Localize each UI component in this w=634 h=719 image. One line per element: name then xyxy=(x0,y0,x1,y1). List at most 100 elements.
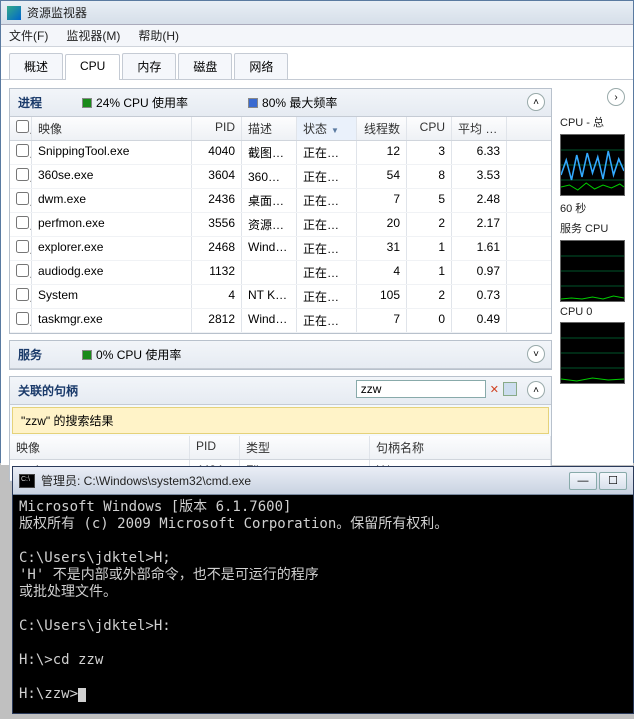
col-avg[interactable]: 平均 C... xyxy=(452,117,507,140)
cmd-output[interactable]: Microsoft Windows [版本 6.1.7600] 版权所有 (c)… xyxy=(13,495,633,707)
cell-threads: 31 xyxy=(357,237,407,260)
header-checkbox[interactable] xyxy=(16,120,29,133)
cmd-titlebar[interactable]: 管理员: C:\Windows\system32\cmd.exe — ☐ xyxy=(13,467,633,495)
cell-pid: 3556 xyxy=(192,213,242,236)
cell-avg: 2.17 xyxy=(452,213,507,236)
maximize-button[interactable]: ☐ xyxy=(599,472,627,490)
scroll-right-button[interactable]: › xyxy=(607,88,625,106)
services-panel: 服务 0% CPU 使用率 ˅ xyxy=(9,340,552,370)
table-row[interactable]: System4NT Ker...正在运行10520.73 xyxy=(10,285,551,309)
cell-status: 正在运行 xyxy=(297,165,357,188)
table-row[interactable]: perfmon.exe3556资源和...正在运行2022.17 xyxy=(10,213,551,237)
tab-memory[interactable]: 内存 xyxy=(122,53,176,79)
col-threads[interactable]: 线程数 xyxy=(357,117,407,140)
cell-status: 正在运行 xyxy=(297,309,357,332)
tab-cpu[interactable]: CPU xyxy=(65,54,120,80)
col-cpu[interactable]: CPU xyxy=(407,117,452,140)
cell-pid: 3604 xyxy=(192,165,242,188)
max-freq-indicator: 80% 最大频率 xyxy=(248,94,337,111)
titlebar[interactable]: 资源监视器 xyxy=(1,1,633,25)
cell-status: 正在运行 xyxy=(297,141,357,164)
services-header[interactable]: 服务 0% CPU 使用率 ˅ xyxy=(10,341,551,369)
col-handle-name[interactable]: 句柄名称 xyxy=(370,436,551,459)
max-freq-text: 80% 最大频率 xyxy=(262,94,337,111)
cell-desc: Windo... xyxy=(242,237,297,260)
row-checkbox[interactable] xyxy=(16,312,29,325)
table-row[interactable]: dwm.exe2436桌面窗...正在运行752.48 xyxy=(10,189,551,213)
processes-panel: 进程 24% CPU 使用率 80% 最大频率 ˄ 映像 P xyxy=(9,88,552,334)
col-type[interactable]: 类型 xyxy=(240,436,370,459)
cell-avg: 0.97 xyxy=(452,261,507,284)
table-row[interactable]: 360se.exe3604360安...正在运行5483.53 xyxy=(10,165,551,189)
cell-pid: 4040 xyxy=(192,141,242,164)
row-checkbox[interactable] xyxy=(16,264,29,277)
tab-overview[interactable]: 概述 xyxy=(9,53,63,79)
expand-button[interactable]: ˅ xyxy=(527,345,545,363)
cell-image: dwm.exe xyxy=(32,189,192,212)
cell-threads: 105 xyxy=(357,285,407,308)
minimize-button[interactable]: — xyxy=(569,472,597,490)
col-image[interactable]: 映像 xyxy=(32,117,192,140)
menu-help[interactable]: 帮助(H) xyxy=(134,25,183,46)
tab-network[interactable]: 网络 xyxy=(234,53,288,79)
process-table-header: 映像 PID 描述 状态 线程数 CPU 平均 C... xyxy=(10,117,551,141)
collapse-button[interactable]: ˄ xyxy=(527,93,545,111)
services-cpu-text: 0% CPU 使用率 xyxy=(96,346,181,363)
cell-desc xyxy=(242,261,297,284)
col-pid[interactable]: PID xyxy=(192,117,242,140)
search-input[interactable] xyxy=(356,380,486,398)
handles-table-header: 映像 PID 类型 句柄名称 xyxy=(10,436,551,460)
green-chip-icon xyxy=(82,350,92,360)
cell-avg: 6.33 xyxy=(452,141,507,164)
row-checkbox[interactable] xyxy=(16,288,29,301)
table-row[interactable]: taskmgr.exe2812Windo...正在运行700.49 xyxy=(10,309,551,333)
cpu-usage-indicator: 24% CPU 使用率 xyxy=(82,94,188,111)
cmd-window: 管理员: C:\Windows\system32\cmd.exe — ☐ Mic… xyxy=(12,466,634,714)
cell-desc: Windo... xyxy=(242,309,297,332)
cell-avg: 0.49 xyxy=(452,309,507,332)
row-checkbox[interactable] xyxy=(16,192,29,205)
cell-threads: 4 xyxy=(357,261,407,284)
row-checkbox[interactable] xyxy=(16,168,29,181)
cell-cpu: 3 xyxy=(407,141,452,164)
processes-header[interactable]: 进程 24% CPU 使用率 80% 最大频率 ˄ xyxy=(10,89,551,117)
services-title: 服务 xyxy=(18,346,42,363)
menubar: 文件(F) 监视器(M) 帮助(H) xyxy=(1,25,633,47)
cell-image: SnippingTool.exe xyxy=(32,141,192,164)
row-checkbox[interactable] xyxy=(16,240,29,253)
cell-threads: 7 xyxy=(357,309,407,332)
cell-image: audiodg.exe xyxy=(32,261,192,284)
cell-image: perfmon.exe xyxy=(32,213,192,236)
cell-desc: 资源和... xyxy=(242,213,297,236)
search-result-banner: "zzw" 的搜索结果 xyxy=(12,407,549,434)
menu-file[interactable]: 文件(F) xyxy=(5,25,52,46)
cell-pid: 2436 xyxy=(192,189,242,212)
graph-label-cpu0: CPU 0 xyxy=(560,306,625,318)
table-row[interactable]: audiodg.exe1132正在运行410.97 xyxy=(10,261,551,285)
resource-monitor-window: 资源监视器 文件(F) 监视器(M) 帮助(H) 概述 CPU 内存 磁盘 网络… xyxy=(0,0,634,463)
table-row[interactable]: SnippingTool.exe4040截图工具正在运行1236.33 xyxy=(10,141,551,165)
col-checkbox[interactable] xyxy=(10,117,32,140)
graph-services-cpu xyxy=(560,240,625,302)
cell-cpu: 2 xyxy=(407,213,452,236)
col-status[interactable]: 状态 xyxy=(297,117,357,140)
row-checkbox[interactable] xyxy=(16,144,29,157)
handles-header[interactable]: 关联的句柄 ✕ ˄ xyxy=(10,377,551,405)
tab-disk[interactable]: 磁盘 xyxy=(178,53,232,79)
table-row[interactable]: explorer.exe2468Windo...正在运行3111.61 xyxy=(10,237,551,261)
col-pid[interactable]: PID xyxy=(190,436,240,459)
cell-status: 正在运行 xyxy=(297,213,357,236)
menu-monitor[interactable]: 监视器(M) xyxy=(62,25,124,46)
search-go-icon[interactable] xyxy=(503,382,517,396)
col-desc[interactable]: 描述 xyxy=(242,117,297,140)
clear-search-icon[interactable]: ✕ xyxy=(490,383,499,396)
cell-cpu: 8 xyxy=(407,165,452,188)
col-image[interactable]: 映像 xyxy=(10,436,190,459)
row-checkbox[interactable] xyxy=(16,216,29,229)
window-buttons: — ☐ xyxy=(569,472,627,490)
cell-avg: 3.53 xyxy=(452,165,507,188)
cpu-usage-text: 24% CPU 使用率 xyxy=(96,94,188,111)
cell-status: 正在运行 xyxy=(297,285,357,308)
collapse-button[interactable]: ˄ xyxy=(527,381,545,399)
cmd-icon xyxy=(19,474,35,488)
